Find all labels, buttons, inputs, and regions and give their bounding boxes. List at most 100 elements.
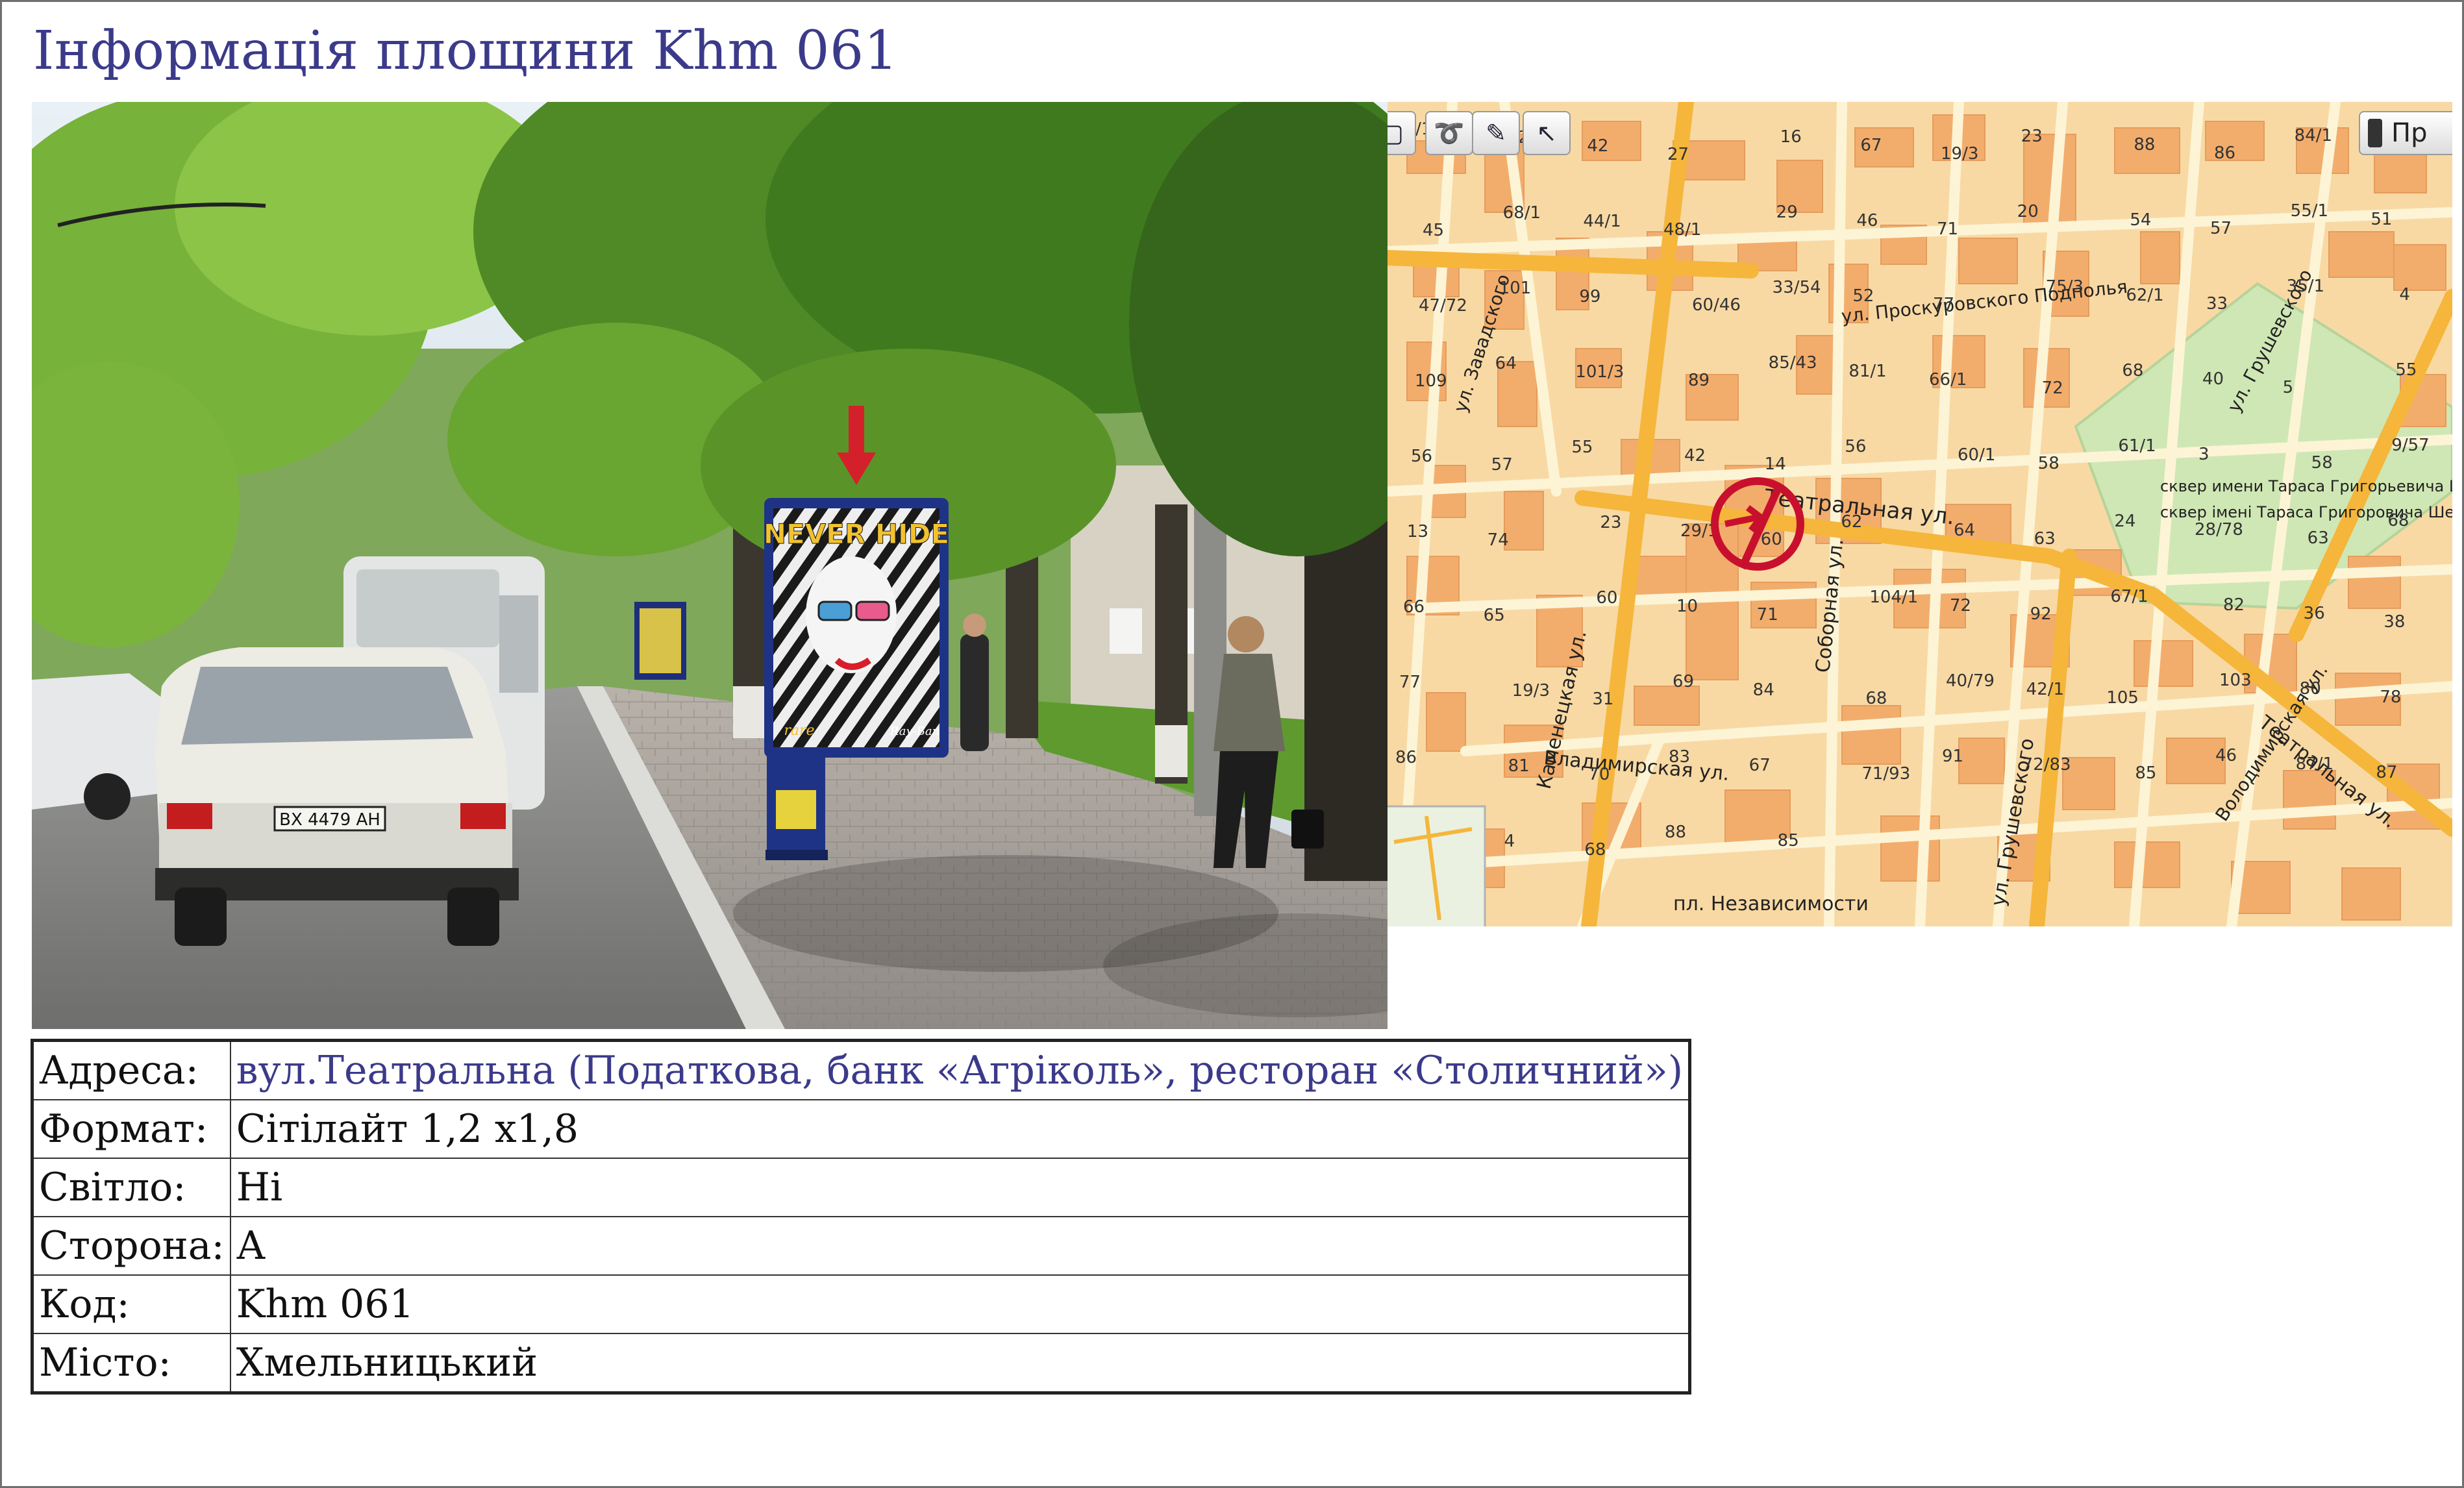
map-house-number: 40/79 <box>1946 671 1995 691</box>
info-value: Ні <box>229 1158 1691 1217</box>
map-house-number: 60 <box>1761 530 1782 549</box>
map-house-number: 87 <box>2376 763 2397 782</box>
map-house-number: 68/1 <box>1503 203 1541 223</box>
map-house-number: 72 <box>2042 378 2063 398</box>
map-house-number: 66/1 <box>1929 370 1967 390</box>
map-house-number: 84/1 <box>2295 126 2332 145</box>
map-house-number: 78 <box>2380 688 2401 707</box>
map-house-number: 71/93 <box>1861 764 1910 784</box>
map-house-number: 60/46 <box>1692 295 1741 315</box>
map-tool-icon: ▢ <box>1388 119 1404 147</box>
map-house-number: 103 <box>2219 671 2252 690</box>
map-house-number: 80 <box>2300 679 2321 699</box>
map-house-number: 60/1 <box>1958 445 1995 465</box>
info-label: Формат: <box>31 1099 231 1159</box>
map-house-number: 81/1 <box>1848 362 1886 381</box>
map-house-number: 54 <box>2130 210 2151 230</box>
map-house-number: 81 <box>1508 756 1530 776</box>
map-house-number: 86 <box>1395 748 1417 767</box>
map-house-number: 71 <box>1757 605 1778 625</box>
map-house-number: 40 <box>2202 369 2224 389</box>
info-value: А <box>229 1216 1691 1276</box>
map-house-number: 101/3 <box>1575 362 1624 382</box>
info-table: Адреса: вул.Театральна (Податкова, банк «… <box>31 1039 1692 1395</box>
map-house-number: 31 <box>1592 689 1613 709</box>
info-label: Код: <box>31 1274 231 1334</box>
map-house-number: 88 <box>2134 135 2155 155</box>
print-label: Пр <box>2391 118 2428 148</box>
map-house-number: 77 <box>1933 295 1954 314</box>
map-house-number: 14 <box>1765 454 1786 474</box>
map-house-number: 69 <box>1673 672 1694 691</box>
map-house-number: 104/1 <box>1869 588 1918 607</box>
map-house-number: 10 <box>1676 597 1698 616</box>
map-house-number: 74 <box>1487 530 1509 550</box>
map-house-number: 16 <box>1780 127 1802 147</box>
map-house-number: 29 <box>1776 203 1798 222</box>
comment-icon: ✎ <box>1486 119 1506 147</box>
map-house-number: 42 <box>1684 446 1706 465</box>
page: Інформація площини Khm 061 BX 4479 AH NE… <box>0 0 2464 1488</box>
map-house-number: 4 <box>1504 832 1515 851</box>
map-house-number: 62/1 <box>2126 286 2163 305</box>
map-house-number: 82 <box>2223 595 2245 615</box>
cursor-button[interactable]: ↖ <box>1523 111 1571 155</box>
map-house-number: 68 <box>1865 689 1887 708</box>
print-button[interactable]: Пр <box>2359 111 2452 155</box>
map-house-number: 58 <box>2038 454 2060 473</box>
map-house-number: 85 <box>2135 763 2156 783</box>
map-house-number: 23 <box>1600 513 1621 532</box>
map-house-number: 55 <box>1571 438 1593 457</box>
location-arrow <box>849 406 864 458</box>
map-house-number: 91 <box>1942 747 1963 766</box>
map-house-number: 67 <box>1749 756 1771 775</box>
map-house-number: 24 <box>2114 512 2135 531</box>
map-house-number: 46 <box>1856 211 1878 230</box>
map-house-number: 44/1 <box>1583 212 1621 231</box>
map-label-park-ru: сквер имени Тараса Григорьевича Шевченко <box>2160 477 2452 495</box>
printer-icon <box>2368 119 2382 147</box>
map-house-number: 56 <box>1845 437 1866 456</box>
map-house-number: 85/43 <box>1769 353 1817 373</box>
map-house-number: 101 <box>1499 279 1532 298</box>
map-house-number: 64 <box>1954 521 1975 540</box>
map-label-nezalezhnosti: пл. Независимости <box>1673 893 1869 915</box>
map-house-number: 23 <box>2021 127 2043 146</box>
map-house-number: 66 <box>1403 597 1425 617</box>
map-house-number: 109 <box>1415 371 1447 391</box>
route-icon: ➰ <box>1434 118 1465 147</box>
cursor-icon: ↖ <box>1536 119 1557 147</box>
comment-button[interactable]: ✎ <box>1472 111 1520 155</box>
map-house-number: 36 <box>2304 604 2325 623</box>
map-canvas[interactable]: Театральная ул. Каменецкая ул. Соборная … <box>1388 102 2452 926</box>
info-value: вул.Театральна (Податкова, банк «Агрікол… <box>229 1039 1691 1100</box>
map-tool-button[interactable]: ▢ <box>1388 111 1416 155</box>
map-house-number: 62 <box>1841 512 1862 532</box>
map-house-number: 64 <box>1495 354 1517 373</box>
street-photo: BX 4479 AH NEVER HIDE rare Ray-Ban <box>32 102 1388 1029</box>
map-house-number: 33 <box>2206 294 2228 314</box>
info-label: Сторона: <box>31 1216 231 1276</box>
billboard-headline: NEVER HIDE <box>764 518 949 550</box>
map-house-number: 51 <box>2371 210 2392 229</box>
billboard-logo: Ray-Ban <box>890 725 940 738</box>
map-house-number: 86 <box>2214 143 2235 163</box>
map-house-number: 60 <box>1596 588 1617 608</box>
map-house-number: 4 <box>2399 285 2410 304</box>
route-button[interactable]: ➰ <box>1425 111 1473 155</box>
map-house-number: 42 <box>1587 136 1608 156</box>
info-label: Місто: <box>31 1333 231 1394</box>
info-row: Код: Khm 061 <box>31 1274 1691 1334</box>
info-row: Сторона: А <box>31 1216 1691 1276</box>
map-house-number: 33/54 <box>1773 278 1821 297</box>
map-house-number: 55 <box>2395 360 2417 380</box>
map-house-number: 72/83 <box>2022 755 2071 775</box>
location-map[interactable]: Театральная ул. Каменецкая ул. Соборная … <box>1388 102 2452 926</box>
map-house-number: 58 <box>2311 453 2333 473</box>
map-house-number: 63 <box>2034 529 2056 549</box>
map-house-number: 5 <box>2283 378 2294 397</box>
map-house-number: 35/1 <box>2287 277 2324 296</box>
map-house-number: 63 <box>2308 528 2329 548</box>
map-house-number: 92 <box>2030 604 2052 624</box>
map-house-number: 68 <box>1584 840 1606 860</box>
